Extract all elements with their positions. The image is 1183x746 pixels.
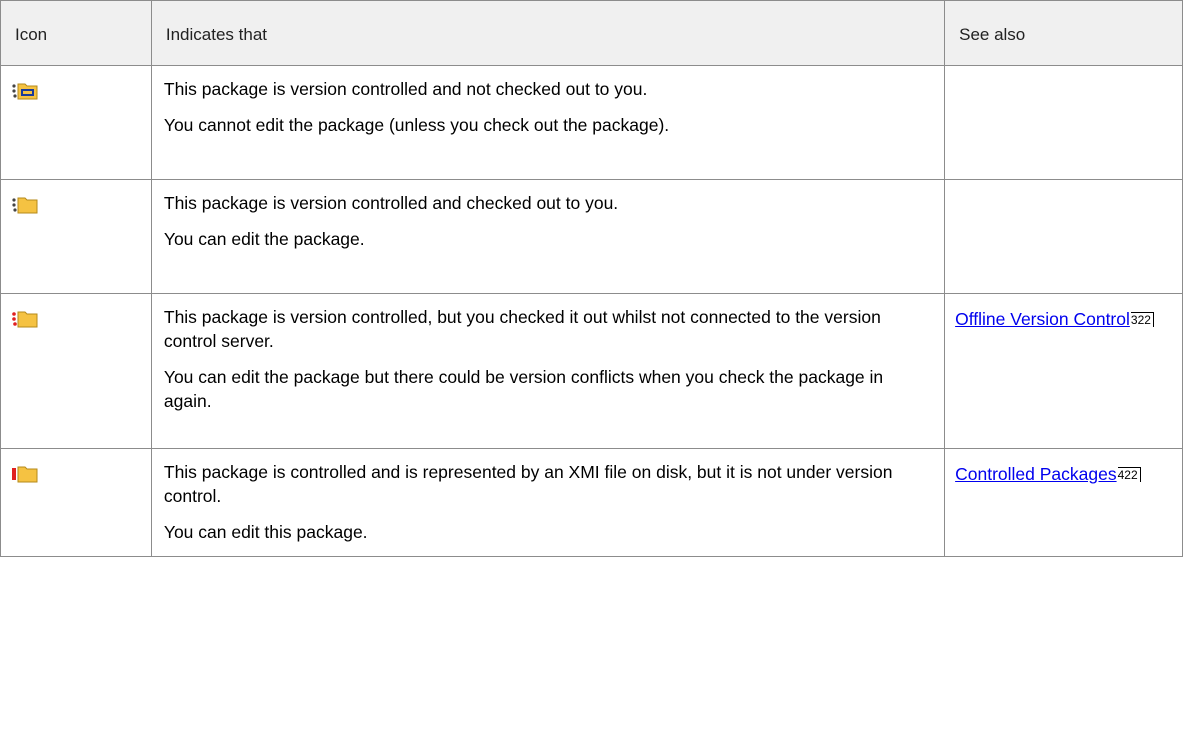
- table-row: This package is version controlled and n…: [0, 65, 1183, 180]
- icon-cell: [0, 293, 152, 449]
- see-also-cell: Offline Version Control322: [944, 293, 1183, 449]
- icon-cell: [0, 448, 152, 557]
- description-line: This package is controlled and is repres…: [163, 462, 893, 506]
- controlled-packages-link[interactable]: Controlled Packages: [955, 464, 1116, 484]
- table-row: This package is controlled and is repres…: [0, 448, 1183, 557]
- table-row: This package is version controlled, but …: [0, 293, 1183, 449]
- description-cell: This package is version controlled and n…: [150, 65, 946, 180]
- header-indicates: Indicates that: [150, 0, 946, 66]
- description-line: You cannot edit the package (unless you …: [163, 115, 670, 135]
- description-line: This package is version controlled and n…: [163, 79, 648, 99]
- header-icon: Icon: [0, 0, 152, 66]
- description-line: This package is version controlled and c…: [163, 193, 619, 213]
- package-controlled-xmi-icon: [12, 466, 38, 483]
- description-line: You can edit the package but there could…: [163, 367, 884, 411]
- page-reference[interactable]: 322: [1130, 312, 1154, 327]
- package-offline-checked-out-icon: [12, 311, 38, 328]
- description-line: This package is version controlled, but …: [163, 307, 881, 351]
- page-reference[interactable]: 422: [1117, 467, 1141, 482]
- see-also-cell: Controlled Packages422: [944, 448, 1183, 557]
- description-cell: This package is version controlled and c…: [150, 179, 946, 294]
- description-line: You can edit this package.: [163, 522, 368, 542]
- see-also-cell: [944, 65, 1183, 180]
- package-checked-out-icon: [12, 197, 38, 214]
- see-also-cell: [944, 179, 1183, 294]
- description-line: You can edit the package.: [163, 229, 365, 249]
- description-cell: This package is version controlled, but …: [150, 293, 946, 449]
- description-cell: This package is controlled and is repres…: [150, 448, 946, 557]
- package-checked-in-locked-icon: [12, 83, 38, 100]
- icon-cell: [0, 179, 152, 294]
- package-icons-table: Icon Indicates that See also This packag…: [0, 0, 1183, 557]
- icon-cell: [0, 65, 152, 180]
- table-header-row: Icon Indicates that See also: [0, 0, 1183, 66]
- offline-version-control-link[interactable]: Offline Version Control: [955, 309, 1130, 329]
- header-see-also: See also: [944, 0, 1183, 66]
- table-row: This package is version controlled and c…: [0, 179, 1183, 294]
